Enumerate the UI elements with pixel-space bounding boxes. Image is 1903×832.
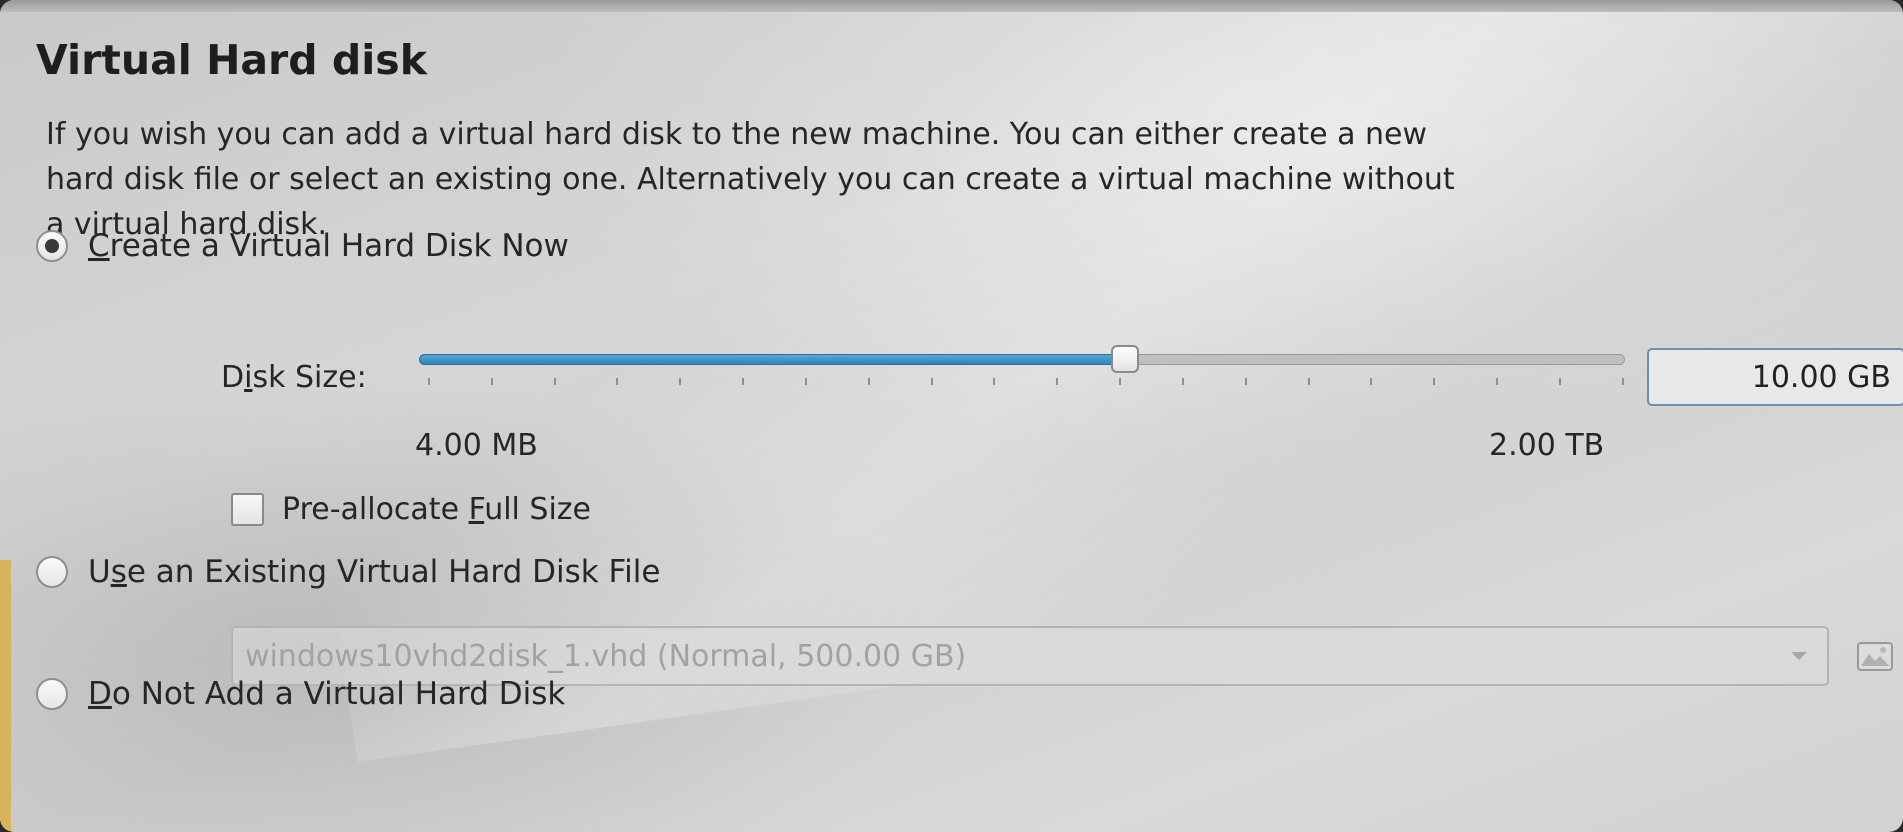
choose-disk-file-button[interactable] [1853,634,1897,678]
disk-size-input[interactable] [1647,348,1903,406]
do-not-add-label-end: o Not Add a Virtual Hard Disk [111,676,566,712]
slider-tick [742,378,745,385]
slider-tick [993,378,996,385]
use-existing-label-start: U [88,554,111,590]
create-disk-now-label[interactable]: Create a Virtual Hard Disk Now [88,228,569,264]
preallocate-checkbox[interactable] [231,493,264,526]
do-not-add-disk-radio[interactable] [36,678,68,710]
slider-tick [1244,378,1247,385]
slider-tick [679,378,682,385]
slider-tick [1433,378,1436,385]
slider-tick [1558,378,1561,385]
slider-tick [930,378,933,385]
do-not-add-mnemonic: D [88,676,112,712]
create-disk-now-radio[interactable] [36,230,68,262]
slider-tick [1370,378,1373,385]
slider-tick [616,378,619,385]
use-existing-disk-option[interactable]: Use an Existing Virtual Hard Disk File [36,554,660,590]
slider-tick [1119,378,1122,385]
use-existing-disk-radio[interactable] [36,556,68,588]
preallocate-label[interactable]: Pre-allocate Full Size [282,492,591,527]
slider-tick [804,378,807,385]
disk-size-max-label: 2.00 TB [1489,428,1605,463]
use-existing-disk-label[interactable]: Use an Existing Virtual Hard Disk File [88,554,660,590]
window-top-edge [0,0,1903,12]
slider-tick [428,378,430,385]
disk-size-label: Disk Size: [221,360,367,395]
disk-size-slider[interactable] [416,342,1631,392]
slider-tick [1181,378,1184,385]
virtual-hard-disk-page: Virtual Hard disk If you wish you can ad… [11,12,1903,832]
slider-fill [419,354,1125,365]
page-title: Virtual Hard disk [36,36,427,84]
window-frame: Virtual Hard disk If you wish you can ad… [0,0,1903,832]
create-disk-now-label-text: reate a Virtual Hard Disk Now [109,228,569,264]
do-not-add-disk-option[interactable]: Do Not Add a Virtual Hard Disk [36,676,565,712]
use-existing-label-end: e an Existing Virtual Hard Disk File [126,554,661,590]
slider-tick [1056,378,1059,385]
slider-handle[interactable] [1111,345,1139,373]
slider-tick [867,378,870,385]
slider-tick [553,378,556,385]
preallocate-label-end: ull Size [484,492,591,527]
create-disk-now-mnemonic: C [88,228,110,264]
preallocate-label-start: Pre-allocate [282,492,469,527]
slider-tick [1496,378,1499,385]
slider-tick [1621,378,1624,385]
existing-disk-file-value: windows10vhd2disk_1.vhd (Normal, 500.00 … [245,638,967,674]
folder-open-icon [1857,642,1893,671]
disk-size-label-end: sk Size: [252,360,367,395]
disk-size-min-label: 4.00 MB [415,428,538,463]
page-description: If you wish you can add a virtual hard d… [46,117,1455,242]
slider-ticks [428,378,1624,388]
do-not-add-disk-label[interactable]: Do Not Add a Virtual Hard Disk [88,676,565,712]
preallocate-option[interactable]: Pre-allocate Full Size [231,492,591,527]
chevron-down-icon[interactable] [1791,652,1807,660]
left-accent-stripe [0,560,11,832]
slider-tick [1307,378,1310,385]
preallocate-mnemonic: F [468,492,485,527]
disk-size-label-start: D [221,360,245,395]
slider-tick [490,378,493,385]
use-existing-mnemonic: s [110,554,127,590]
create-disk-now-option[interactable]: Create a Virtual Hard Disk Now [36,228,569,264]
